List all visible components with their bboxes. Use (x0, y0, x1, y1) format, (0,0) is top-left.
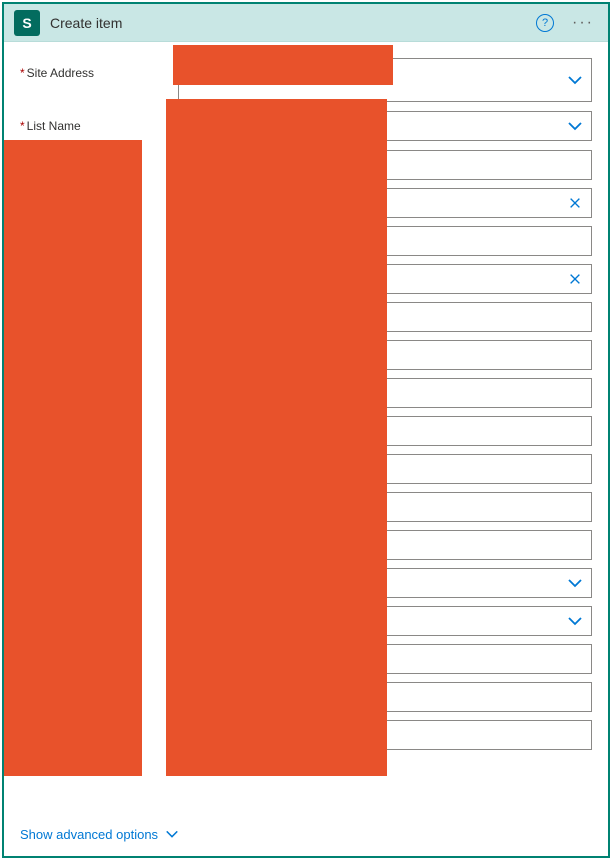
redaction-block (173, 45, 393, 85)
chevron-down-icon[interactable] (567, 575, 583, 591)
chevron-down-icon[interactable] (567, 613, 583, 629)
help-icon[interactable]: ? (536, 14, 554, 32)
app-icon-letter: S (22, 15, 31, 31)
chevron-down-icon (164, 826, 180, 842)
card-title: Create item (50, 15, 536, 31)
close-icon[interactable] (567, 271, 583, 287)
close-icon[interactable] (567, 195, 583, 211)
card-body: *Site Address *List Name (4, 42, 608, 818)
label-list-name: *List Name (20, 111, 178, 133)
chevron-down-icon[interactable] (567, 118, 583, 134)
action-card: S Create item ? ··· *Site Address (2, 2, 610, 858)
redaction-block (4, 140, 142, 776)
help-label: ? (542, 17, 548, 29)
advanced-label: Show advanced options (20, 827, 158, 842)
card-header: S Create item ? ··· (4, 4, 608, 42)
redaction-block (166, 99, 387, 776)
sharepoint-icon: S (14, 10, 40, 36)
required-asterisk: * (20, 66, 25, 80)
chevron-down-icon[interactable] (567, 72, 583, 88)
label-site-address: *Site Address (20, 58, 178, 80)
more-menu-icon[interactable]: ··· (568, 14, 598, 32)
required-asterisk: * (20, 119, 25, 133)
show-advanced-toggle[interactable]: Show advanced options (4, 818, 608, 856)
